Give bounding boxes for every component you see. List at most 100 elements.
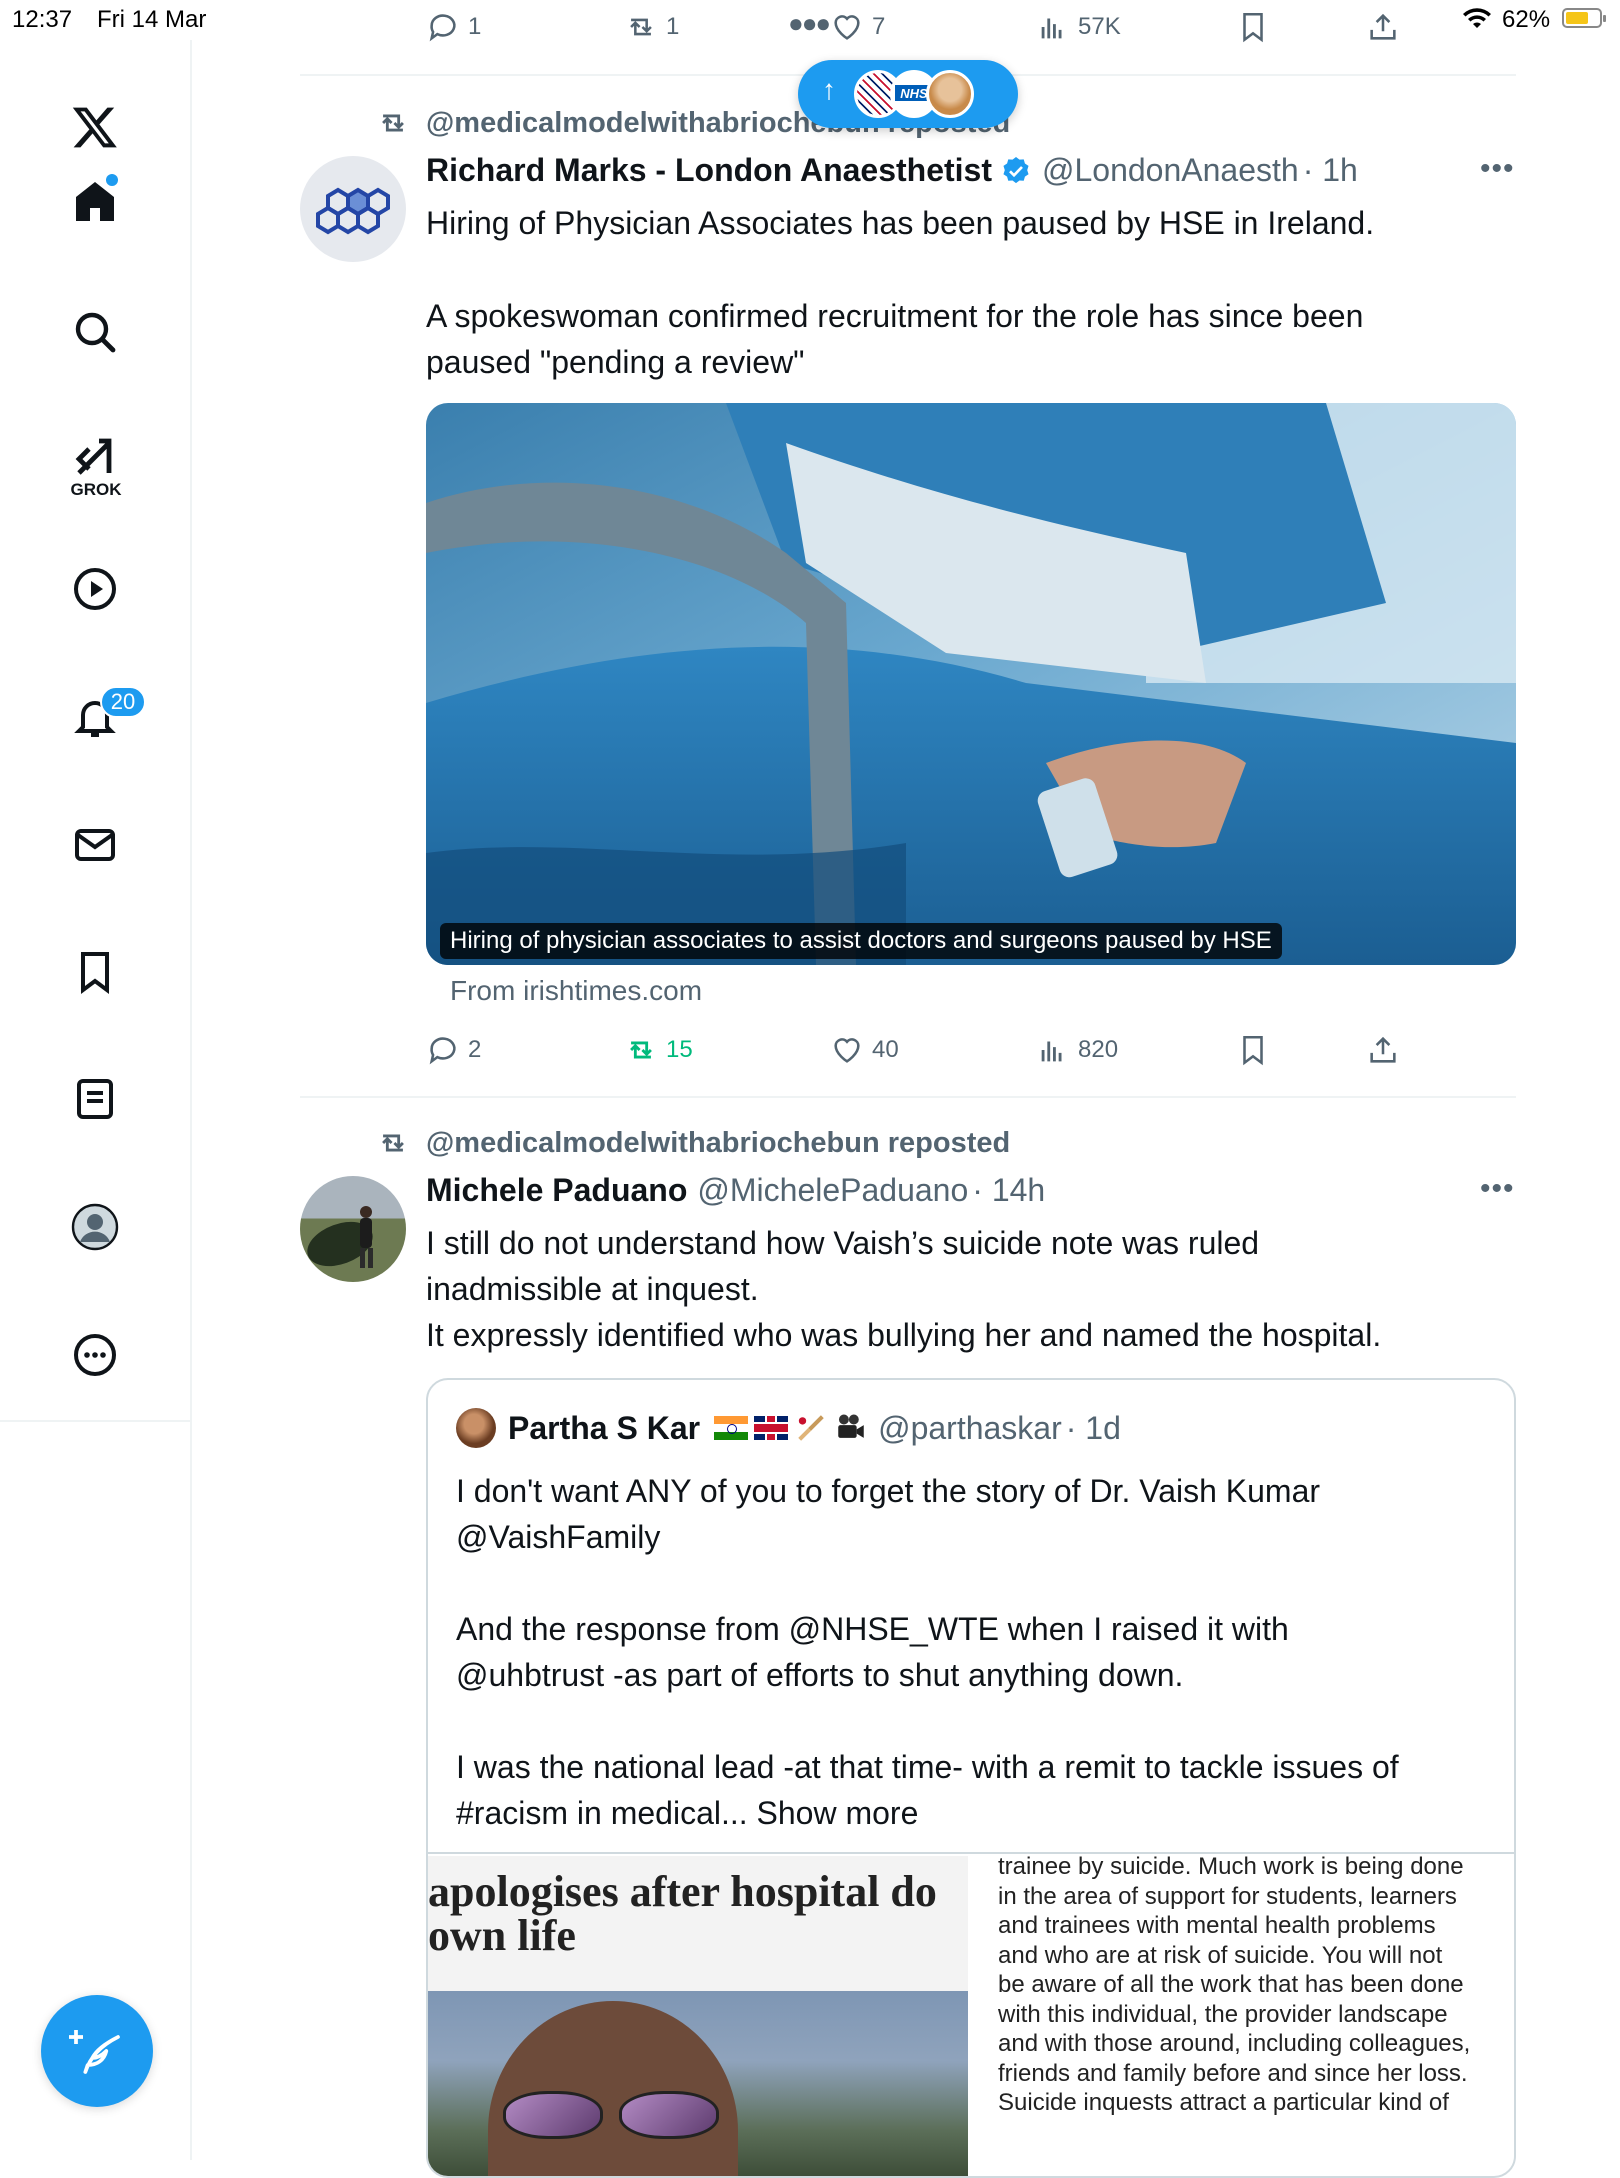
- quote-post-time: · 1d: [1065, 1409, 1121, 1446]
- notifications-badge: 20: [100, 686, 146, 718]
- author-handle[interactable]: @LondonAnaesth: [1042, 152, 1299, 189]
- quote-text-line: I don't want ANY of you to forget the st…: [456, 1473, 1321, 1509]
- quote-text-line: #racism in medical... Show more: [456, 1795, 919, 1831]
- tweet2-text-line1: I still do not understand how Vaish’s su…: [426, 1225, 1260, 1261]
- views-chart-icon: [1041, 18, 1062, 39]
- author-name[interactable]: Richard Marks - London Anaesthetist: [426, 152, 992, 189]
- search-icon[interactable]: [60, 297, 130, 367]
- repost-icon: [382, 1134, 404, 1152]
- article-headline: apologises after hospital do own life: [428, 1870, 968, 1958]
- repost-icon: [630, 18, 652, 36]
- tweet1-share-button[interactable]: [1366, 1033, 1408, 1067]
- tweet1-more-menu-icon[interactable]: •••: [1480, 152, 1515, 186]
- uk-flag-icon: [754, 1416, 789, 1440]
- bookmark-icon: [1243, 12, 1263, 43]
- repost-label-text: @medicalmodelwithabriochebun reposted: [426, 1126, 1011, 1159]
- tweet1-like-button[interactable]: 40: [830, 1033, 899, 1067]
- article-headline-line2: own life: [428, 1911, 576, 1958]
- letter-line: Suicide inquests attract a particular ki…: [998, 2089, 1449, 2116]
- repost-icon: [382, 114, 404, 132]
- bookmarks-icon[interactable]: [60, 937, 130, 1007]
- tweet2-repost-label: @medicalmodelwithabriochebun reposted: [376, 1126, 1010, 1160]
- tweet2-author-line: Michele Paduano @MichelePaduano · 14h: [426, 1172, 1045, 1209]
- like-count: 40: [872, 1036, 899, 1063]
- new-post-avatar: [926, 70, 974, 118]
- svg-text:NHS: NHS: [900, 86, 928, 101]
- tweet1-text-line2: A spokeswoman confirmed recruitment for …: [426, 298, 1364, 334]
- status-date: Fri 14 Mar: [97, 6, 207, 33]
- reply-count: 1: [468, 13, 482, 40]
- bookmark-button[interactable]: [1236, 10, 1278, 44]
- tweet1-repost-button[interactable]: 15: [624, 1033, 693, 1067]
- tweet1-author-avatar[interactable]: [300, 156, 406, 262]
- quote-text-line: @uhbtrust -as part of efforts to shut an…: [456, 1657, 1184, 1693]
- grok-label: GROK: [70, 480, 122, 499]
- video-icon[interactable]: [60, 554, 130, 624]
- bookmark-icon: [1243, 1035, 1263, 1066]
- quote-text-line: I was the national lead -at that time- w…: [456, 1749, 1399, 1785]
- post-time[interactable]: · 14h: [972, 1172, 1045, 1209]
- wifi-icon: [1462, 6, 1492, 37]
- author-handle[interactable]: @MichelePaduano: [697, 1172, 968, 1209]
- more-options-icon[interactable]: [60, 1320, 130, 1390]
- status-time: 12:37: [12, 6, 73, 33]
- hexagon-logo-icon: [316, 187, 390, 235]
- x-logo-icon[interactable]: [60, 92, 130, 162]
- tweet1-reply-button[interactable]: 2: [426, 1033, 481, 1067]
- card-source[interactable]: From irishtimes.com: [450, 975, 702, 1007]
- views-count: 57K: [1078, 13, 1121, 40]
- like-button[interactable]: 7: [830, 10, 885, 44]
- sidebar: GROK 20: [0, 40, 192, 2160]
- repost-count: 1: [666, 13, 680, 40]
- views-chart-icon: [1041, 1041, 1062, 1062]
- quote-media-article-image[interactable]: apologises after hospital do own life: [428, 1856, 968, 2176]
- author-name[interactable]: Michele Paduano: [426, 1172, 687, 1209]
- quote-author-handle[interactable]: @parthaskar: [878, 1410, 1062, 1447]
- views-button[interactable]: 57K: [1036, 10, 1121, 44]
- profile-avatar-icon[interactable]: [60, 1192, 130, 1262]
- heart-icon: [834, 15, 860, 40]
- india-flag-icon: [714, 1416, 749, 1440]
- tweet1-views-button[interactable]: 820: [1036, 1033, 1118, 1067]
- tweet1-text-line1: Hiring of Physician Associates has been …: [426, 205, 1375, 241]
- article-photo: [428, 1991, 968, 2176]
- quote-author-avatar[interactable]: [456, 1408, 496, 1448]
- compose-post-button[interactable]: [41, 1995, 153, 2107]
- share-button[interactable]: [1366, 10, 1408, 44]
- post-time[interactable]: · 1h: [1303, 152, 1358, 189]
- card-caption: Hiring of physician associates to assist…: [440, 923, 1282, 959]
- home-icon[interactable]: [60, 166, 130, 236]
- author-photo: [307, 1206, 373, 1268]
- reply-button[interactable]: 1: [426, 10, 481, 44]
- quote-media-letter-image[interactable]: trainee by suicide. Much work is being d…: [998, 1853, 1514, 2176]
- tweet-divider: [300, 1096, 1516, 1098]
- battery-percent: 62%: [1502, 6, 1551, 33]
- repost-count: 15: [666, 1036, 693, 1063]
- multitask-dots-icon[interactable]: ●●●: [788, 8, 831, 39]
- tweet2-author-avatar[interactable]: [300, 1176, 406, 1282]
- repost-icon: [630, 1041, 652, 1059]
- tweet2-text-line3: It expressly identified who was bullying…: [426, 1317, 1382, 1353]
- lists-icon[interactable]: [60, 1064, 130, 1134]
- tweet1-link-card[interactable]: Hiring of physician associates to assist…: [426, 403, 1516, 965]
- repost-button[interactable]: 1: [624, 10, 679, 44]
- quote-text-line: @VaishFamily: [456, 1519, 661, 1555]
- tweet2-more-menu-icon[interactable]: •••: [1480, 1172, 1515, 1206]
- share-icon: [1370, 1036, 1396, 1063]
- new-posts-pill[interactable]: ↑ NHS: [798, 60, 1018, 128]
- quote-text: I don't want ANY of you to forget the st…: [456, 1468, 1496, 1836]
- quote-author-line: Partha S Kar @parthaskar · 1d: [456, 1408, 1121, 1448]
- quoted-tweet[interactable]: Partha S Kar @parthaskar · 1d I don't wa…: [426, 1378, 1516, 2178]
- tweet1-text-line3: paused "pending a review": [426, 344, 805, 380]
- quote-text-line: And the response from @NHSE_WTE when I r…: [456, 1611, 1289, 1647]
- messages-envelope-icon[interactable]: [60, 810, 130, 880]
- battery-icon: [1562, 8, 1606, 28]
- quote-author-name[interactable]: Partha S Kar: [508, 1410, 700, 1447]
- share-icon: [1370, 13, 1396, 40]
- hospital-bed-photo: [426, 403, 1516, 965]
- tweet1-bookmark-button[interactable]: [1236, 1033, 1278, 1067]
- tweet1-author-line: Richard Marks - London Anaesthetist @Lon…: [426, 152, 1358, 189]
- article-headline-line1: apologises after hospital do: [428, 1870, 937, 1916]
- reply-icon: [429, 14, 456, 42]
- reply-icon: [429, 1037, 456, 1065]
